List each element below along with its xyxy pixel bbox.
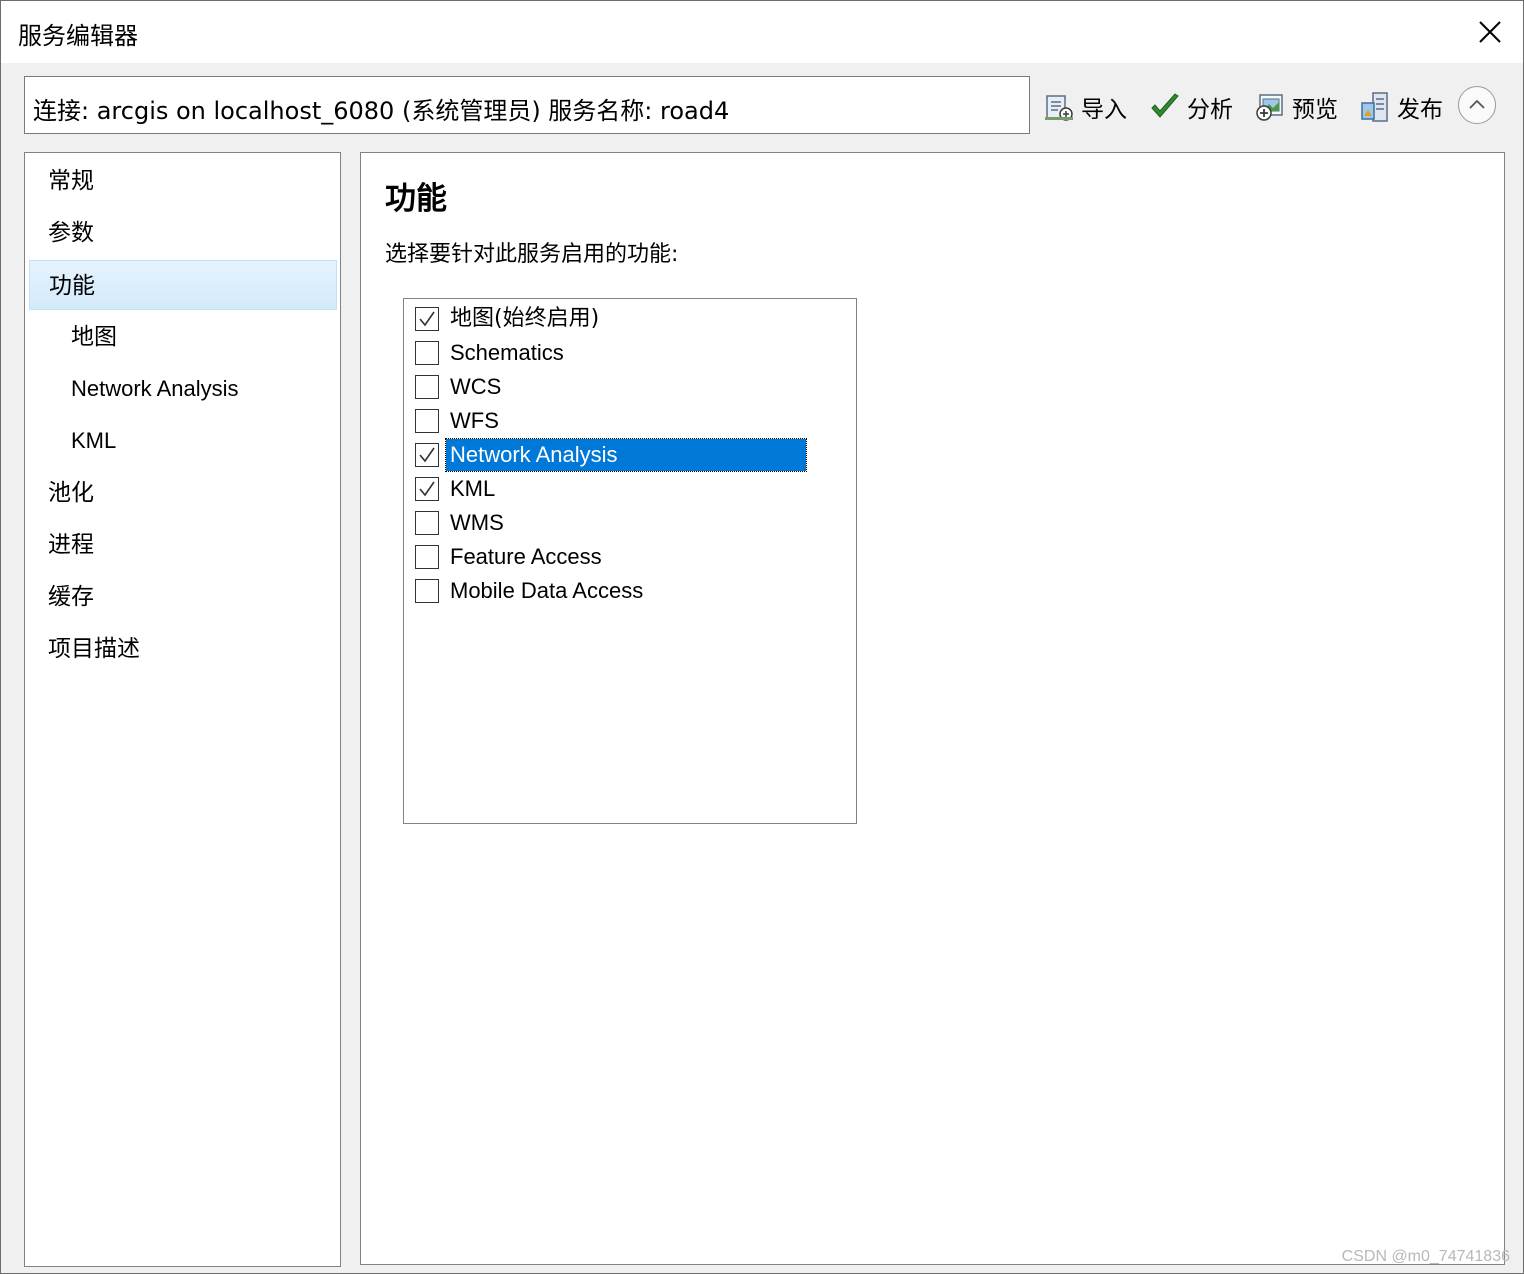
checkmark-icon (419, 481, 435, 497)
checkmark-icon (1151, 93, 1179, 118)
capability-label: 地图(始终启用) (450, 306, 600, 331)
capabilities-list: 地图(始终启用) Schematics WCS WFS Network Anal… (403, 298, 857, 824)
capability-checkbox-schematics[interactable] (415, 341, 439, 365)
sidebar-item-parameters[interactable]: 参数 (29, 208, 337, 258)
capability-row-mobile-data-access[interactable]: Mobile Data Access (414, 574, 834, 608)
capability-row-wms[interactable]: WMS (414, 506, 834, 540)
capability-label: Schematics (450, 340, 564, 365)
sidebar-item-pooling[interactable]: 池化 (29, 468, 337, 518)
capability-label: Feature Access (450, 544, 602, 569)
sidebar-item-general[interactable]: 常规 (29, 156, 337, 206)
sidebar-item-kml[interactable]: KML (29, 416, 337, 466)
capability-row-schematics[interactable]: Schematics (414, 336, 834, 370)
import-label: 导入 (1081, 97, 1127, 123)
capability-row-wfs[interactable]: WFS (414, 404, 834, 438)
capability-row-network-analysis[interactable]: Network Analysis (414, 438, 834, 472)
sidebar-item-capabilities[interactable]: 功能 (29, 260, 337, 310)
capability-checkbox-wcs[interactable] (415, 375, 439, 399)
checkmark-icon (419, 311, 435, 327)
sidebar-item-network-analysis[interactable]: Network Analysis (29, 364, 337, 414)
connection-info-text: 连接: arcgis on localhost_6080 (系统管理员) 服务名… (33, 97, 730, 125)
import-button[interactable]: 导入 (1043, 87, 1127, 127)
capability-checkbox-mobile-data-access[interactable] (415, 579, 439, 603)
close-button[interactable] (1467, 9, 1513, 55)
checkmark-icon (419, 447, 435, 463)
page-title: 功能 (385, 181, 447, 217)
sidebar-item-item-description[interactable]: 项目描述 (29, 624, 337, 674)
content-panel: 功能 选择要针对此服务启用的功能: 地图(始终启用) Schematics WC… (360, 152, 1505, 1265)
capability-checkbox-wms[interactable] (415, 511, 439, 535)
capability-row-wcs[interactable]: WCS (414, 370, 834, 404)
capability-label: WCS (450, 374, 502, 399)
capability-row-map[interactable]: 地图(始终启用) (414, 302, 834, 336)
capability-checkbox-map[interactable] (415, 307, 439, 331)
page-description: 选择要针对此服务启用的功能: (385, 242, 679, 267)
publish-button[interactable]: 发布 (1359, 87, 1443, 127)
chevron-up-icon (1469, 99, 1485, 109)
capability-checkbox-feature-access[interactable] (415, 545, 439, 569)
publish-label: 发布 (1397, 97, 1443, 123)
analyze-label: 分析 (1187, 97, 1233, 123)
sidebar-nav: 常规 参数 功能 地图 Network Analysis KML 池化 进程 缓… (24, 152, 341, 1267)
capability-checkbox-network-analysis[interactable] (415, 443, 439, 467)
capability-row-kml[interactable]: KML (414, 472, 834, 506)
watermark-text: CSDN @m0_74741836 (1341, 1248, 1510, 1265)
collapse-button[interactable] (1458, 86, 1496, 124)
analyze-button[interactable]: 分析 (1149, 87, 1233, 127)
capability-label: WMS (450, 510, 504, 535)
preview-button[interactable]: 预览 (1254, 87, 1338, 127)
title-bar: 服务编辑器 (1, 1, 1523, 63)
service-editor-window: 服务编辑器 连接: arcgis on localhost_6080 (系统管理… (0, 0, 1524, 1274)
sidebar-item-map[interactable]: 地图 (29, 312, 337, 362)
close-icon (1479, 21, 1501, 43)
capability-label: KML (450, 476, 496, 501)
connection-info-box: 连接: arcgis on localhost_6080 (系统管理员) 服务名… (24, 76, 1030, 134)
publish-server-icon (1361, 92, 1388, 122)
import-icon (1045, 95, 1073, 121)
window-title: 服务编辑器 (18, 22, 138, 50)
preview-icon (1256, 94, 1283, 121)
capability-row-feature-access[interactable]: Feature Access (414, 540, 834, 574)
capability-checkbox-kml[interactable] (415, 477, 439, 501)
capability-label: WFS (450, 408, 499, 433)
sidebar-item-caching[interactable]: 缓存 (29, 572, 337, 622)
sidebar-item-processes[interactable]: 进程 (29, 520, 337, 570)
capability-label: Mobile Data Access (450, 578, 644, 603)
capability-checkbox-wfs[interactable] (415, 409, 439, 433)
capability-label: Network Analysis (445, 438, 807, 472)
preview-label: 预览 (1292, 97, 1338, 123)
